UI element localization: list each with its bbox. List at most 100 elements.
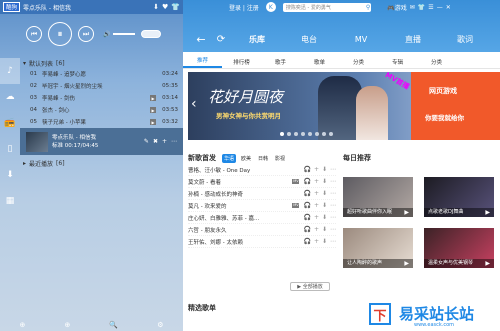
track-row[interactable]: 04 张杰 - 剑心 ▶ 03:53: [20, 104, 183, 116]
subtab-playlists[interactable]: 歌单: [300, 58, 339, 66]
subtab-categories[interactable]: 分类: [339, 58, 378, 66]
download-icon[interactable]: ⬇: [322, 190, 327, 197]
song-row[interactable]: 孙楠 - 感动成长的神奇 🎧 + ⬇ ⋯: [188, 188, 336, 200]
pause-button[interactable]: ⏸: [48, 22, 72, 46]
song-row[interactable]: 庄心妍、白雅雅、苏菲 - 嘉... 🎧 + ⬇ ⋯: [188, 212, 336, 224]
filter-western[interactable]: 欧美: [239, 154, 253, 163]
prev-button[interactable]: ⏮: [26, 26, 42, 42]
subtab-albums[interactable]: 专辑: [378, 58, 417, 66]
play-icon[interactable]: ▶: [404, 209, 409, 216]
tab-mv[interactable]: MV: [335, 35, 387, 44]
tab-library[interactable]: 乐库: [231, 34, 283, 45]
playlist-card[interactable]: 温柔女声与优美钢琴 ▶: [424, 228, 494, 268]
mv-icon[interactable]: MV: [292, 179, 300, 184]
app-logo[interactable]: 酷狗: [3, 2, 21, 12]
carousel-dot[interactable]: [308, 132, 312, 136]
play-all-button[interactable]: ▶ 全部播放: [290, 282, 330, 291]
track-row[interactable]: 02 毕冠宇 - 烟火星烈的尘埃 05:35: [20, 80, 183, 92]
play-icon[interactable]: ▶: [404, 260, 409, 267]
mode-toggle[interactable]: [141, 30, 162, 38]
headphone-icon[interactable]: 🎧: [303, 178, 310, 185]
headphone-icon[interactable]: 🎧: [303, 166, 310, 173]
mv-icon[interactable]: ▶: [150, 107, 156, 113]
play-icon[interactable]: ▶: [485, 209, 490, 216]
mv-icon[interactable]: ▶: [150, 95, 156, 101]
subtab-charts[interactable]: 排行榜: [222, 58, 261, 66]
ad-banner[interactable]: 网页游戏 你要我就给你: [411, 72, 500, 140]
skin-icon[interactable]: 👕: [171, 3, 180, 11]
add-icon[interactable]: +: [314, 214, 319, 221]
search-input[interactable]: 搜陈奕迅 - 爱的勇气: [282, 2, 371, 12]
more-icon[interactable]: ⋯: [330, 178, 336, 185]
tab-live[interactable]: 直播: [387, 34, 439, 45]
volume-slider[interactable]: [113, 33, 136, 35]
skin-icon[interactable]: 👕: [418, 4, 425, 11]
download-icon[interactable]: ⬇: [322, 178, 327, 185]
download-icon[interactable]: ⬇: [322, 166, 327, 173]
download-icon[interactable]: ⬇: [322, 226, 327, 233]
music-note-icon[interactable]: ♪: [0, 58, 20, 84]
download-icon[interactable]: ⬇: [0, 162, 20, 188]
playlist-card[interactable]: 超好听歌曲伴你入眠 ▶: [343, 177, 413, 217]
subtab-more[interactable]: 分类: [417, 58, 456, 66]
add-icon[interactable]: +: [314, 226, 319, 233]
mv-icon[interactable]: ▶: [150, 119, 156, 125]
refresh-icon[interactable]: ⟳: [211, 34, 231, 45]
mv-icon[interactable]: MV: [292, 203, 300, 208]
add-icon[interactable]: +: [314, 202, 319, 209]
track-row[interactable]: 05 筷子兄弟 - 小苹果 ▶ 03:32: [20, 116, 183, 128]
download-icon[interactable]: ⬇: [153, 3, 159, 11]
playlist-card[interactable]: 点歌老歌DJ舞曲 ▶: [424, 177, 494, 217]
now-playing-row[interactable]: 零点乐队 - 相信我 标准 00:17/04:45 ✎ ✖ + ⋯: [20, 128, 183, 155]
more-icon[interactable]: ⋯: [330, 202, 336, 209]
game-link[interactable]: 🎮游戏: [387, 3, 407, 12]
carousel-dot[interactable]: [315, 132, 319, 136]
add-icon[interactable]: +: [314, 238, 319, 245]
headphone-icon[interactable]: 🎧: [303, 214, 310, 221]
carousel-dot[interactable]: [329, 132, 333, 136]
more-icon[interactable]: ⋯: [330, 238, 336, 245]
edit-icon[interactable]: ✎: [144, 138, 149, 145]
more-icon[interactable]: ⋯: [330, 190, 336, 197]
filter-chinese[interactable]: 华语: [222, 153, 237, 163]
prev-arrow-icon[interactable]: ‹: [191, 96, 197, 112]
message-icon[interactable]: ✉: [410, 4, 415, 11]
carousel-dot[interactable]: [287, 132, 291, 136]
headphone-icon[interactable]: 🎧: [303, 190, 310, 197]
search-icon[interactable]: ⚲: [366, 4, 370, 11]
subtab-singers[interactable]: 歌手: [261, 58, 300, 66]
add-icon[interactable]: +: [314, 190, 319, 197]
more-icon[interactable]: ⋯: [330, 166, 336, 173]
carousel-dot[interactable]: [280, 132, 284, 136]
playlist-card[interactable]: 让人陶醉的歌声 ▶: [343, 228, 413, 268]
download-icon[interactable]: ⬇: [322, 238, 327, 245]
phone-icon[interactable]: ▯: [0, 136, 20, 162]
minimize-icon[interactable]: —: [437, 4, 443, 11]
add-icon[interactable]: +: [162, 138, 167, 145]
settings-icon[interactable]: ⚙: [157, 321, 163, 329]
song-row[interactable]: 六哲 - 朋友永久 🎧 + ⬇ ⋯: [188, 224, 336, 236]
add-icon[interactable]: +: [314, 178, 319, 185]
grid-icon[interactable]: ▦: [0, 188, 20, 214]
headphone-icon[interactable]: 🎧: [303, 202, 310, 209]
add-list-icon[interactable]: ⊕: [64, 321, 70, 329]
cloud-icon[interactable]: ☁: [0, 84, 20, 110]
heart-icon[interactable]: ♥: [162, 3, 168, 11]
download-icon[interactable]: ⬇: [322, 202, 327, 209]
carousel-dot[interactable]: [322, 132, 326, 136]
login-link[interactable]: 登录 | 注册: [229, 3, 259, 12]
tab-radio[interactable]: 电台: [283, 34, 335, 45]
play-icon[interactable]: ▶: [485, 260, 490, 267]
carousel-dot[interactable]: [294, 132, 298, 136]
menu-icon[interactable]: ☰: [428, 4, 433, 11]
radio-icon[interactable]: 📻: [0, 110, 20, 136]
next-button[interactable]: ⏭: [78, 26, 94, 42]
recent-header[interactable]: ▸ 最近播放 [6]: [20, 158, 183, 168]
song-row[interactable]: 莫凡 - 欢来爱的 MV 🎧 + ⬇ ⋯: [188, 200, 336, 212]
song-row[interactable]: 莫文蔚 - 看着 MV 🎧 + ⬇ ⋯: [188, 176, 336, 188]
download-icon[interactable]: ⬇: [322, 214, 327, 221]
song-row[interactable]: 曹格、汪小敏 - One Day 🎧 + ⬇ ⋯: [188, 164, 336, 176]
playlist-header[interactable]: ▾ 默认列表 [6]: [20, 58, 183, 68]
headphone-icon[interactable]: 🎧: [303, 238, 310, 245]
location-icon[interactable]: ⊕: [20, 321, 26, 329]
